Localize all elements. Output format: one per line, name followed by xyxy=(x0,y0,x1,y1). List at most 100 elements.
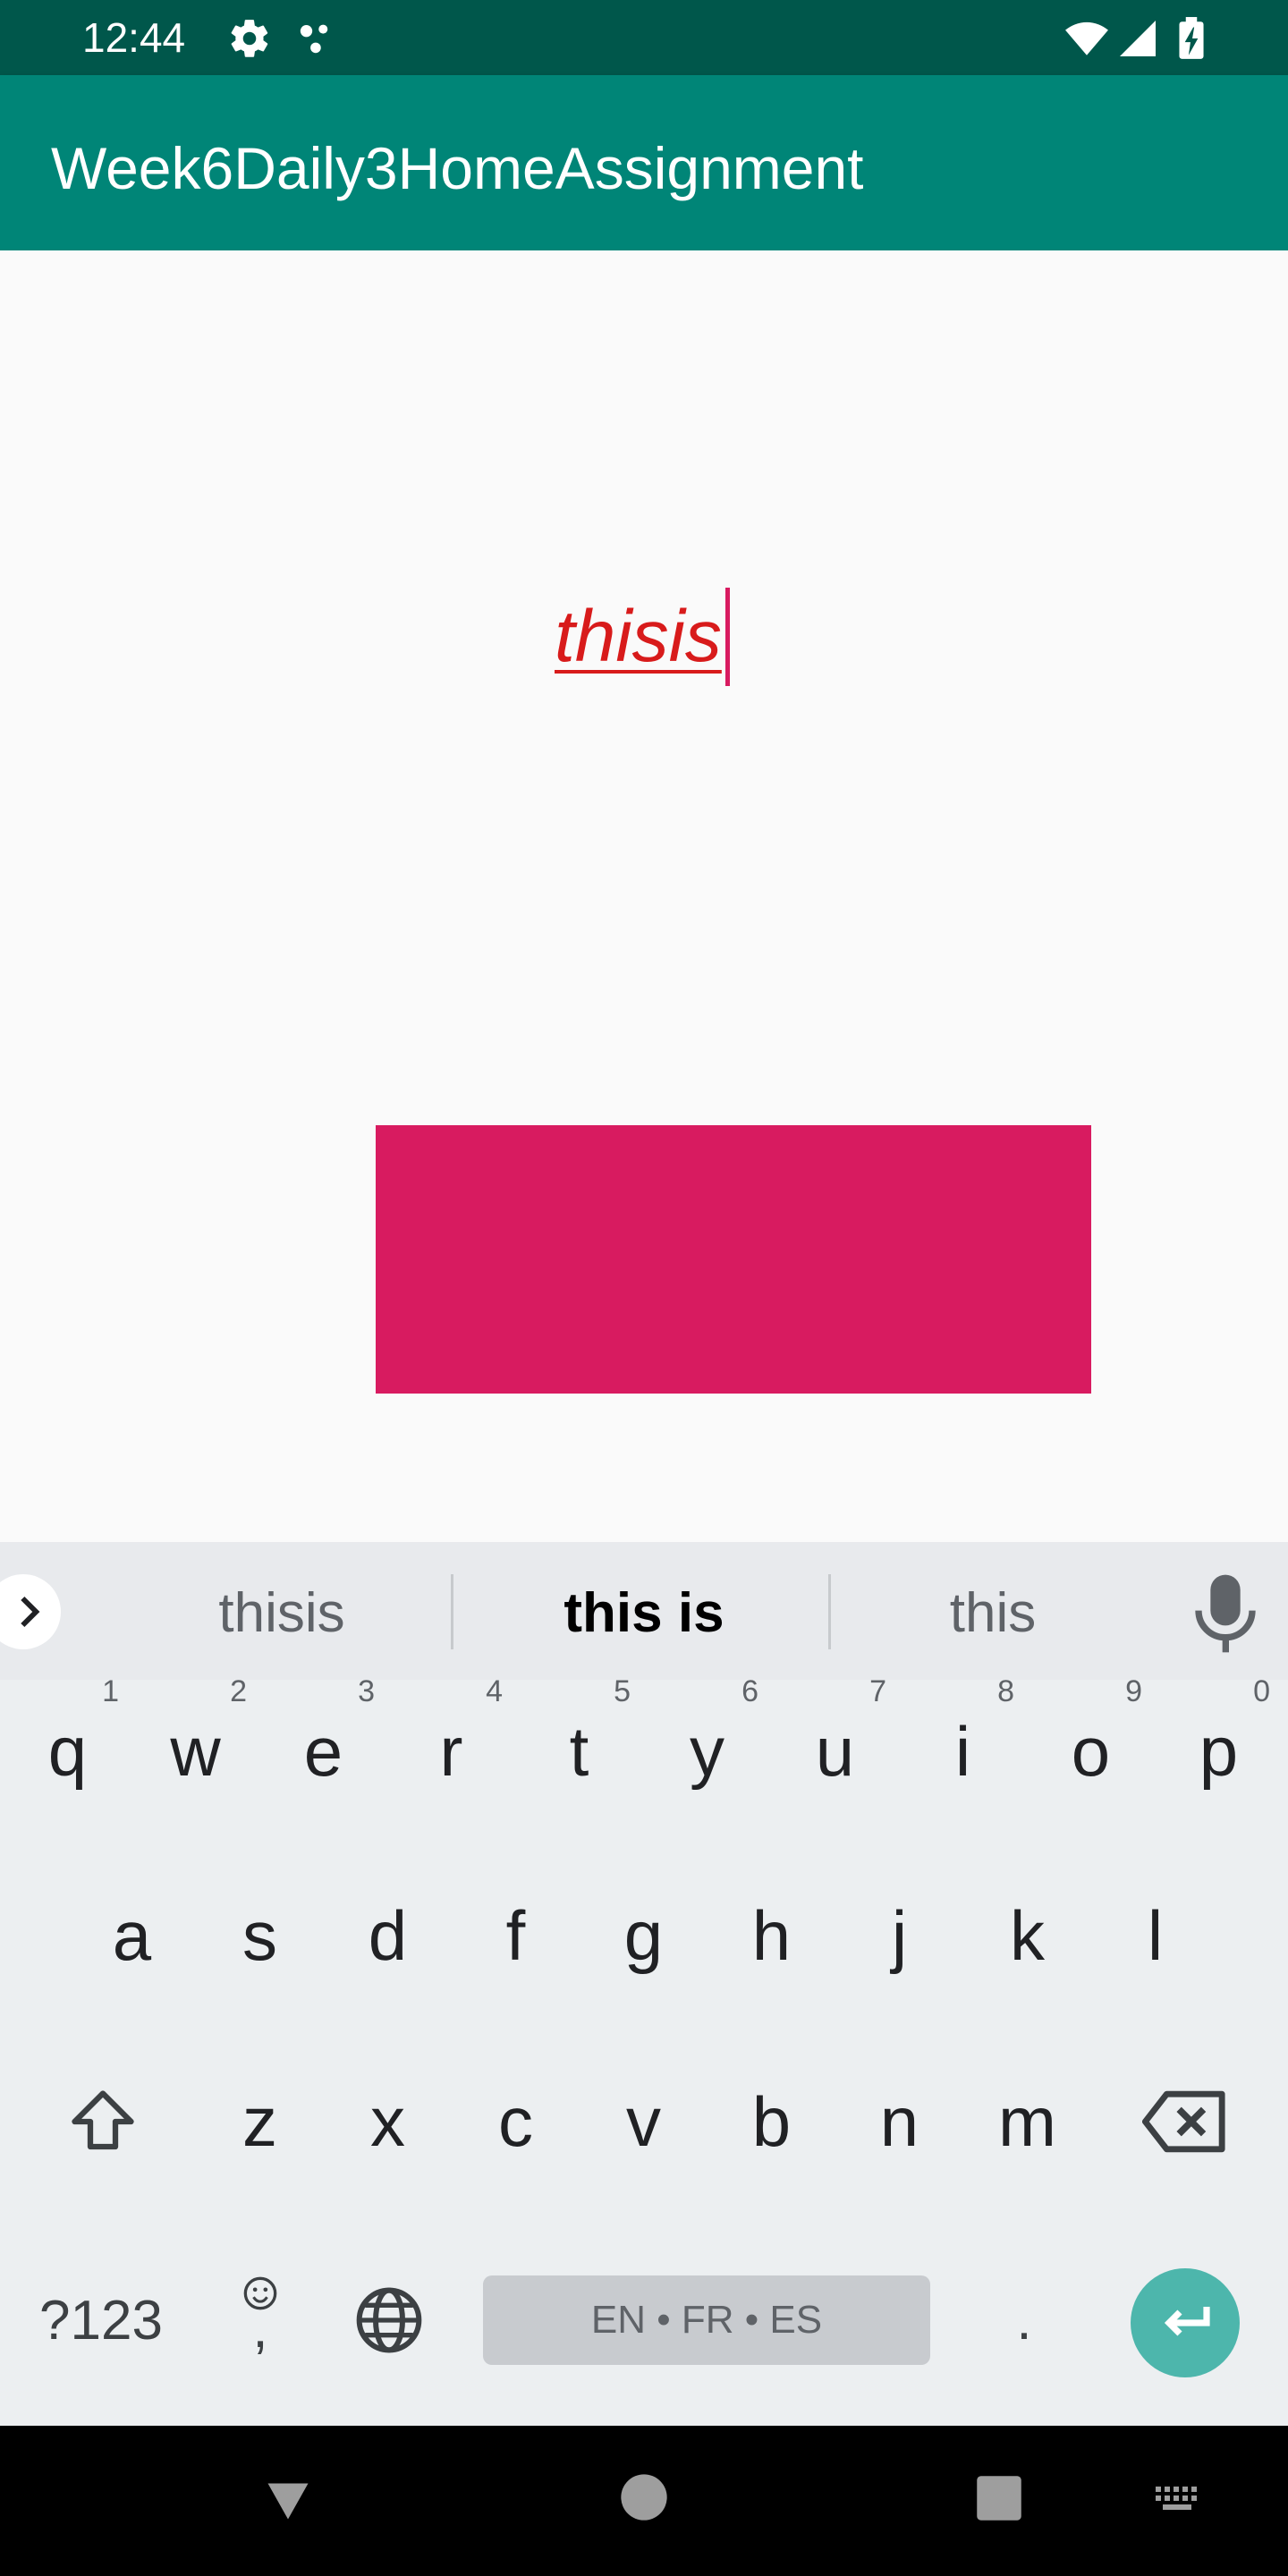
key-label: i xyxy=(954,1711,971,1791)
key-label: y xyxy=(690,1711,724,1791)
home-icon[interactable] xyxy=(619,2472,669,2522)
shift-key[interactable] xyxy=(18,2050,188,2193)
key-o[interactable]: o9 xyxy=(1027,1674,1155,1823)
key-label: u xyxy=(815,1711,855,1791)
key-label: a xyxy=(112,1895,152,1975)
key-label: f xyxy=(505,1895,526,1975)
key-s[interactable]: s xyxy=(196,1864,324,2007)
suggestion-divider xyxy=(828,1574,831,1649)
key-t[interactable]: t5 xyxy=(515,1674,643,1823)
key-u[interactable]: u7 xyxy=(771,1674,899,1823)
suggestion-divider xyxy=(451,1574,453,1649)
key-hint: 8 xyxy=(997,1674,1014,1708)
main-content: thisis xyxy=(0,250,1288,1542)
key-label: t xyxy=(569,1711,589,1791)
gear-icon xyxy=(231,20,268,57)
key-hint: 7 xyxy=(869,1674,886,1708)
key-c[interactable]: c xyxy=(452,2050,580,2193)
app-title: Week6Daily3HomeAssignment xyxy=(51,135,864,201)
key-label: w xyxy=(170,1711,221,1791)
recents-icon[interactable] xyxy=(975,2474,1023,2522)
navigation-bar xyxy=(0,2426,1288,2576)
key-hint: 0 xyxy=(1253,1674,1270,1708)
key-label: l xyxy=(1147,1895,1164,1975)
chevron-right-icon xyxy=(21,1596,40,1628)
key-label: p xyxy=(1199,1711,1239,1791)
key-k[interactable]: k xyxy=(963,1864,1091,2007)
battery-charging-icon xyxy=(1179,17,1204,59)
suggestion-right[interactable]: this xyxy=(832,1578,1154,1649)
keyboard-switch-icon[interactable] xyxy=(1154,2483,1204,2519)
key-label: x xyxy=(370,2081,405,2161)
enter-key[interactable] xyxy=(1131,2268,1240,2377)
period-key-label: . xyxy=(1016,2289,1032,2351)
key-label: h xyxy=(751,1895,792,1975)
key-label: k xyxy=(1010,1895,1045,1975)
key-hint: 1 xyxy=(102,1674,119,1708)
period-key[interactable]: . xyxy=(966,2249,1082,2392)
shift-icon xyxy=(72,2090,134,2150)
suggestion-left[interactable]: thisis xyxy=(107,1578,456,1649)
key-m[interactable]: m xyxy=(963,2050,1091,2193)
key-a[interactable]: a xyxy=(68,1864,196,2007)
key-label: m xyxy=(998,2081,1056,2161)
wifi-icon xyxy=(1065,21,1108,55)
enter-icon xyxy=(1164,2307,1210,2336)
key-w[interactable]: w2 xyxy=(131,1674,259,1823)
key-hint: 9 xyxy=(1125,1674,1142,1708)
suggestion-strip: thisis this is this xyxy=(0,1542,1288,1680)
key-hint: 5 xyxy=(614,1674,631,1708)
key-p[interactable]: p0 xyxy=(1155,1674,1283,1823)
comma-key[interactable]: , xyxy=(202,2231,318,2392)
space-key-label: EN • FR • ES xyxy=(590,2298,823,2342)
key-n[interactable]: n xyxy=(835,2050,963,2193)
key-x[interactable]: x xyxy=(324,2050,452,2193)
suggestion-center[interactable]: this is xyxy=(456,1578,832,1649)
key-hint: 3 xyxy=(358,1674,375,1708)
key-i[interactable]: i8 xyxy=(899,1674,1027,1823)
text-input[interactable]: thisis xyxy=(555,581,730,692)
key-label: v xyxy=(626,2081,661,2161)
key-label: e xyxy=(303,1711,343,1791)
key-f[interactable]: f xyxy=(452,1864,580,2007)
key-q[interactable]: q1 xyxy=(4,1674,131,1823)
key-label: q xyxy=(47,1711,88,1791)
signal-icon xyxy=(1120,21,1156,56)
pink-action-button[interactable] xyxy=(376,1125,1091,1394)
space-key[interactable]: EN • FR • ES xyxy=(483,2275,930,2365)
comma-key-label: , xyxy=(252,2298,268,2360)
text-caret xyxy=(724,588,730,686)
expand-toolbar-button[interactable] xyxy=(0,1574,61,1649)
key-b[interactable]: b xyxy=(708,2050,835,2193)
key-hint: 6 xyxy=(741,1674,758,1708)
key-v[interactable]: v xyxy=(580,2050,708,2193)
symbols-key[interactable]: ?123 xyxy=(9,2249,193,2392)
key-j[interactable]: j xyxy=(835,1864,963,2007)
key-h[interactable]: h xyxy=(708,1864,835,2007)
key-e[interactable]: e3 xyxy=(259,1674,387,1823)
key-label: s xyxy=(242,1895,277,1975)
microphone-icon[interactable] xyxy=(1190,1569,1261,1658)
key-d[interactable]: d xyxy=(324,1864,452,2007)
key-label: o xyxy=(1071,1711,1111,1791)
app-bar: Week6Daily3HomeAssignment xyxy=(0,75,1288,250)
status-time: 12:44 xyxy=(82,14,186,61)
key-label: r xyxy=(439,1711,463,1791)
key-label: n xyxy=(879,2081,919,2161)
key-g[interactable]: g xyxy=(580,1864,708,2007)
key-hint: 4 xyxy=(486,1674,503,1708)
back-icon[interactable] xyxy=(261,2472,315,2526)
backspace-key[interactable] xyxy=(1109,2050,1261,2193)
dots-icon xyxy=(300,24,328,54)
key-r[interactable]: r4 xyxy=(387,1674,515,1823)
key-label: z xyxy=(242,2081,277,2161)
key-label: j xyxy=(891,1895,908,1975)
key-z[interactable]: z xyxy=(196,2050,324,2193)
key-y[interactable]: y6 xyxy=(643,1674,771,1823)
symbols-key-label: ?123 xyxy=(39,2289,163,2351)
backspace-icon xyxy=(1142,2090,1225,2153)
key-label: b xyxy=(751,2081,792,2161)
globe-icon xyxy=(356,2287,422,2353)
key-l[interactable]: l xyxy=(1091,1864,1219,2007)
language-key[interactable] xyxy=(331,2249,447,2392)
